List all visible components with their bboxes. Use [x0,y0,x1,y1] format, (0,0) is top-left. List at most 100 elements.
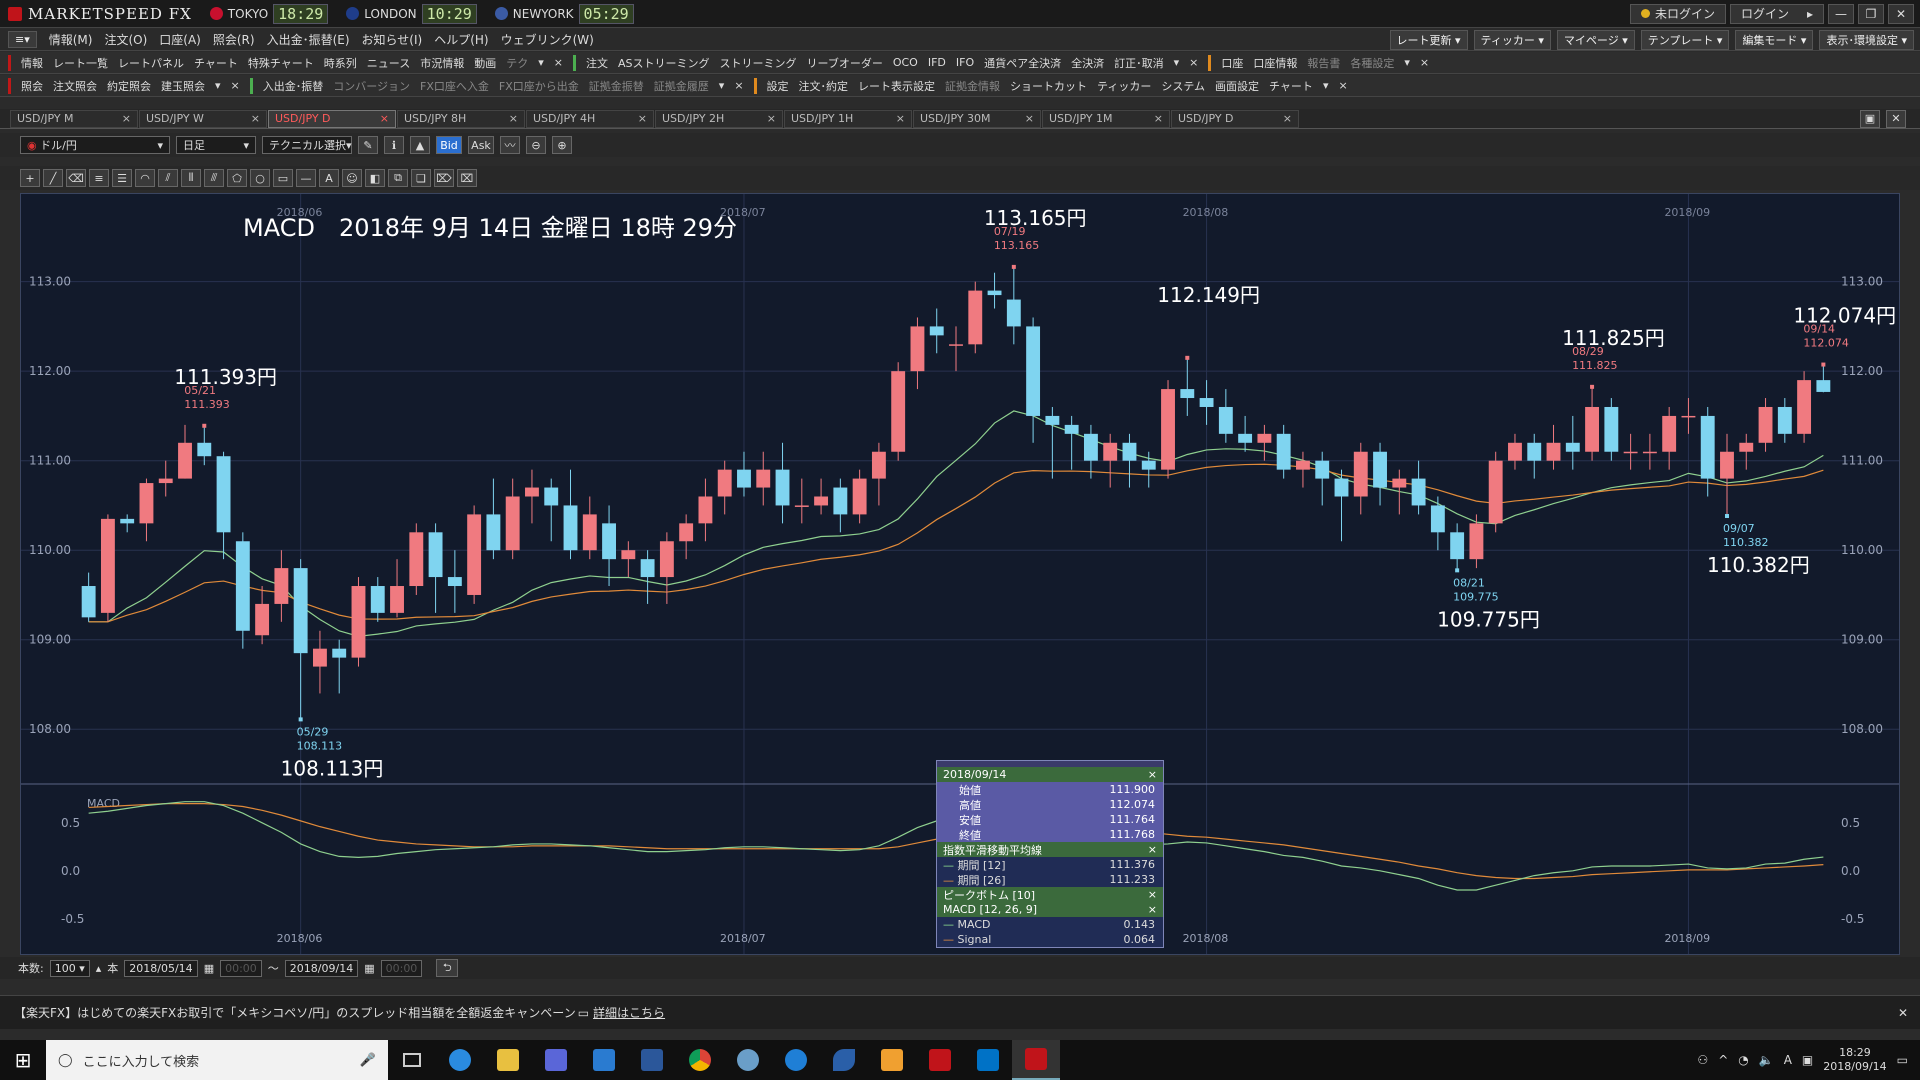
notification-icon[interactable]: ▭ [1897,1053,1908,1067]
orange-app-icon[interactable] [868,1040,916,1080]
copy-icon[interactable]: ⧉ [388,169,408,187]
toolbar-item[interactable]: 約定照会 [107,78,151,94]
dropdown-icon[interactable]: ▾ [215,79,221,92]
feather-icon[interactable] [820,1040,868,1080]
close-icon[interactable]: × [1420,56,1429,69]
vlines-icon[interactable]: ⦀ [181,169,201,187]
menu-right-button[interactable]: レート更新 ▾ [1389,29,1468,50]
tab-2[interactable]: USD/JPY D × [268,109,396,128]
close-icon[interactable]: × [1025,112,1034,125]
tab-8[interactable]: USD/JPY 1M × [1042,109,1170,128]
toolbar-item[interactable]: コンバージョン [333,78,410,94]
group-label[interactable]: 入出金･振替 [263,78,324,94]
close-icon[interactable]: × [251,112,260,125]
toolbar-item[interactable]: 注文照会 [53,78,97,94]
toolbar-item[interactable]: OCO [893,56,918,69]
area-chart-icon[interactable]: ▲ [410,136,430,154]
toolbar-item[interactable]: リーブオーダー [807,55,883,71]
toolbar-item[interactable]: チャート [194,55,238,71]
pentagon-icon[interactable]: ⬠ [227,169,247,187]
menu-item[interactable]: 照会(R) [213,31,255,48]
hline-icon[interactable]: — [296,169,316,187]
menu-right-button[interactable]: ティッカー ▾ [1473,29,1551,50]
fan-icon[interactable]: ⫽ [158,169,178,187]
taskbar-clock[interactable]: 18:29 2018/09/14 [1823,1046,1886,1074]
toolbar-item[interactable]: ストリーミング [720,55,797,71]
calendar-icon[interactable]: ▦ [204,962,214,975]
technical-select[interactable]: テクニカル選択 ▾ [262,136,352,154]
close-icon[interactable]: × [1189,56,1198,69]
tab-4[interactable]: USD/JPY 4H × [526,109,654,128]
to-date-input[interactable]: 2018/09/14 [284,959,359,977]
bid-button[interactable]: Bid [436,136,462,154]
toolbar-item[interactable]: FX口座へ入金 [420,78,489,94]
people-icon[interactable]: ⚇ [1697,1053,1708,1067]
menu-right-button[interactable]: マイページ ▾ [1556,29,1635,50]
network-app-icon[interactable] [724,1040,772,1080]
close-icon[interactable]: × [509,112,518,125]
close-icon[interactable]: × [1154,112,1163,125]
toolbar-item[interactable]: レート一覧 [53,55,108,71]
from-date-input[interactable]: 2018/05/14 [124,959,198,977]
toolbar-item[interactable]: レートパネル [118,55,184,71]
close-icon[interactable]: × [1148,888,1157,901]
zoom-in-icon[interactable]: ⊕ [552,136,572,154]
menu-item[interactable]: お知らせ(I) [362,31,423,48]
app-menu-icon[interactable]: ≡▾ [8,31,37,48]
ie-icon[interactable] [436,1040,484,1080]
calendar-app-icon[interactable] [532,1040,580,1080]
marketspeed-icon[interactable] [916,1040,964,1080]
close-icon[interactable]: × [1148,843,1157,856]
tab-1[interactable]: USD/JPY W × [139,109,267,128]
icon-tool-icon[interactable]: ☺ [342,169,362,187]
tab-9[interactable]: USD/JPY D × [1171,109,1299,128]
rectangle-icon[interactable]: ▭ [273,169,293,187]
toolbar-item[interactable]: 動画 [474,55,496,71]
circle-icon[interactable]: ○ [250,169,270,187]
maximize-icon[interactable]: ▣ [1860,109,1880,128]
increment-icon[interactable]: ▴ [96,962,102,975]
eraser-icon[interactable]: ⌫ [66,169,86,187]
reload-icon[interactable]: ⮌ [436,959,459,977]
ime-mode-icon[interactable]: ▣ [1802,1053,1813,1067]
toolbar-item[interactable]: 証拠金情報 [945,78,1000,94]
close-icon[interactable]: × [1148,903,1157,916]
toolbar-item[interactable]: レート表示設定 [858,78,935,94]
menu-right-button[interactable]: 表示･環境設定 ▾ [1819,29,1914,50]
dropdown-icon[interactable]: ▾ [719,79,725,92]
taskbar-search[interactable]: ◯ ここに入力して検索 🎤 [46,1040,388,1080]
group-label[interactable]: 口座 [1221,55,1243,71]
group-label[interactable]: 情報 [21,55,43,71]
count-select[interactable]: 100 ▾ [49,959,90,977]
arc-icon[interactable]: ◠ [135,169,155,187]
toolbar-item[interactable]: 証拠金振替 [589,78,644,94]
group-label[interactable]: 注文 [586,55,608,71]
currency-pair-select[interactable]: ◉ ドル/円 ▾ [20,136,170,154]
edge-icon[interactable] [772,1040,820,1080]
close-icon[interactable]: × [1148,768,1157,781]
zoom-out-icon[interactable]: ⊖ [526,136,546,154]
outlook-icon[interactable] [964,1040,1012,1080]
close-icon[interactable]: × [896,112,905,125]
toolbar-item[interactable]: システム [1161,78,1205,94]
login-button[interactable]: ログイン ▸ [1729,3,1824,24]
toolbar-item[interactable]: 口座情報 [1253,55,1297,71]
info-panel[interactable]: 2018/09/14 × 始値 111.900 高値 112.074 安値 111.764 終… [936,760,1164,948]
delete-all-icon[interactable]: ⌧ [457,169,477,187]
pen-icon[interactable]: ✎ [358,136,378,154]
menu-right-button[interactable]: テンプレート ▾ [1640,29,1730,50]
toolbar-item[interactable]: 全決済 [1071,55,1104,71]
tab-3[interactable]: USD/JPY 8H × [397,109,525,128]
toolbar-item[interactable]: 市況情報 [420,55,464,71]
toolbar-item[interactable]: IFD [928,56,946,69]
toolbar-item[interactable]: 訂正･取消 [1114,55,1164,71]
menu-item[interactable]: 入出金･振替(E) [267,31,350,48]
toolbar-item[interactable]: 各種設定 [1350,55,1394,71]
restore-icon[interactable]: ❐ [1858,3,1884,24]
ask-button[interactable]: Ask [468,136,494,154]
microphone-icon[interactable]: 🎤 [360,1053,388,1068]
crosshair-icon[interactable]: + [20,169,40,187]
chrome-icon[interactable] [676,1040,724,1080]
volume-icon[interactable]: 🔈 [1759,1053,1774,1067]
toolbar-item[interactable]: ニュース [367,55,410,71]
